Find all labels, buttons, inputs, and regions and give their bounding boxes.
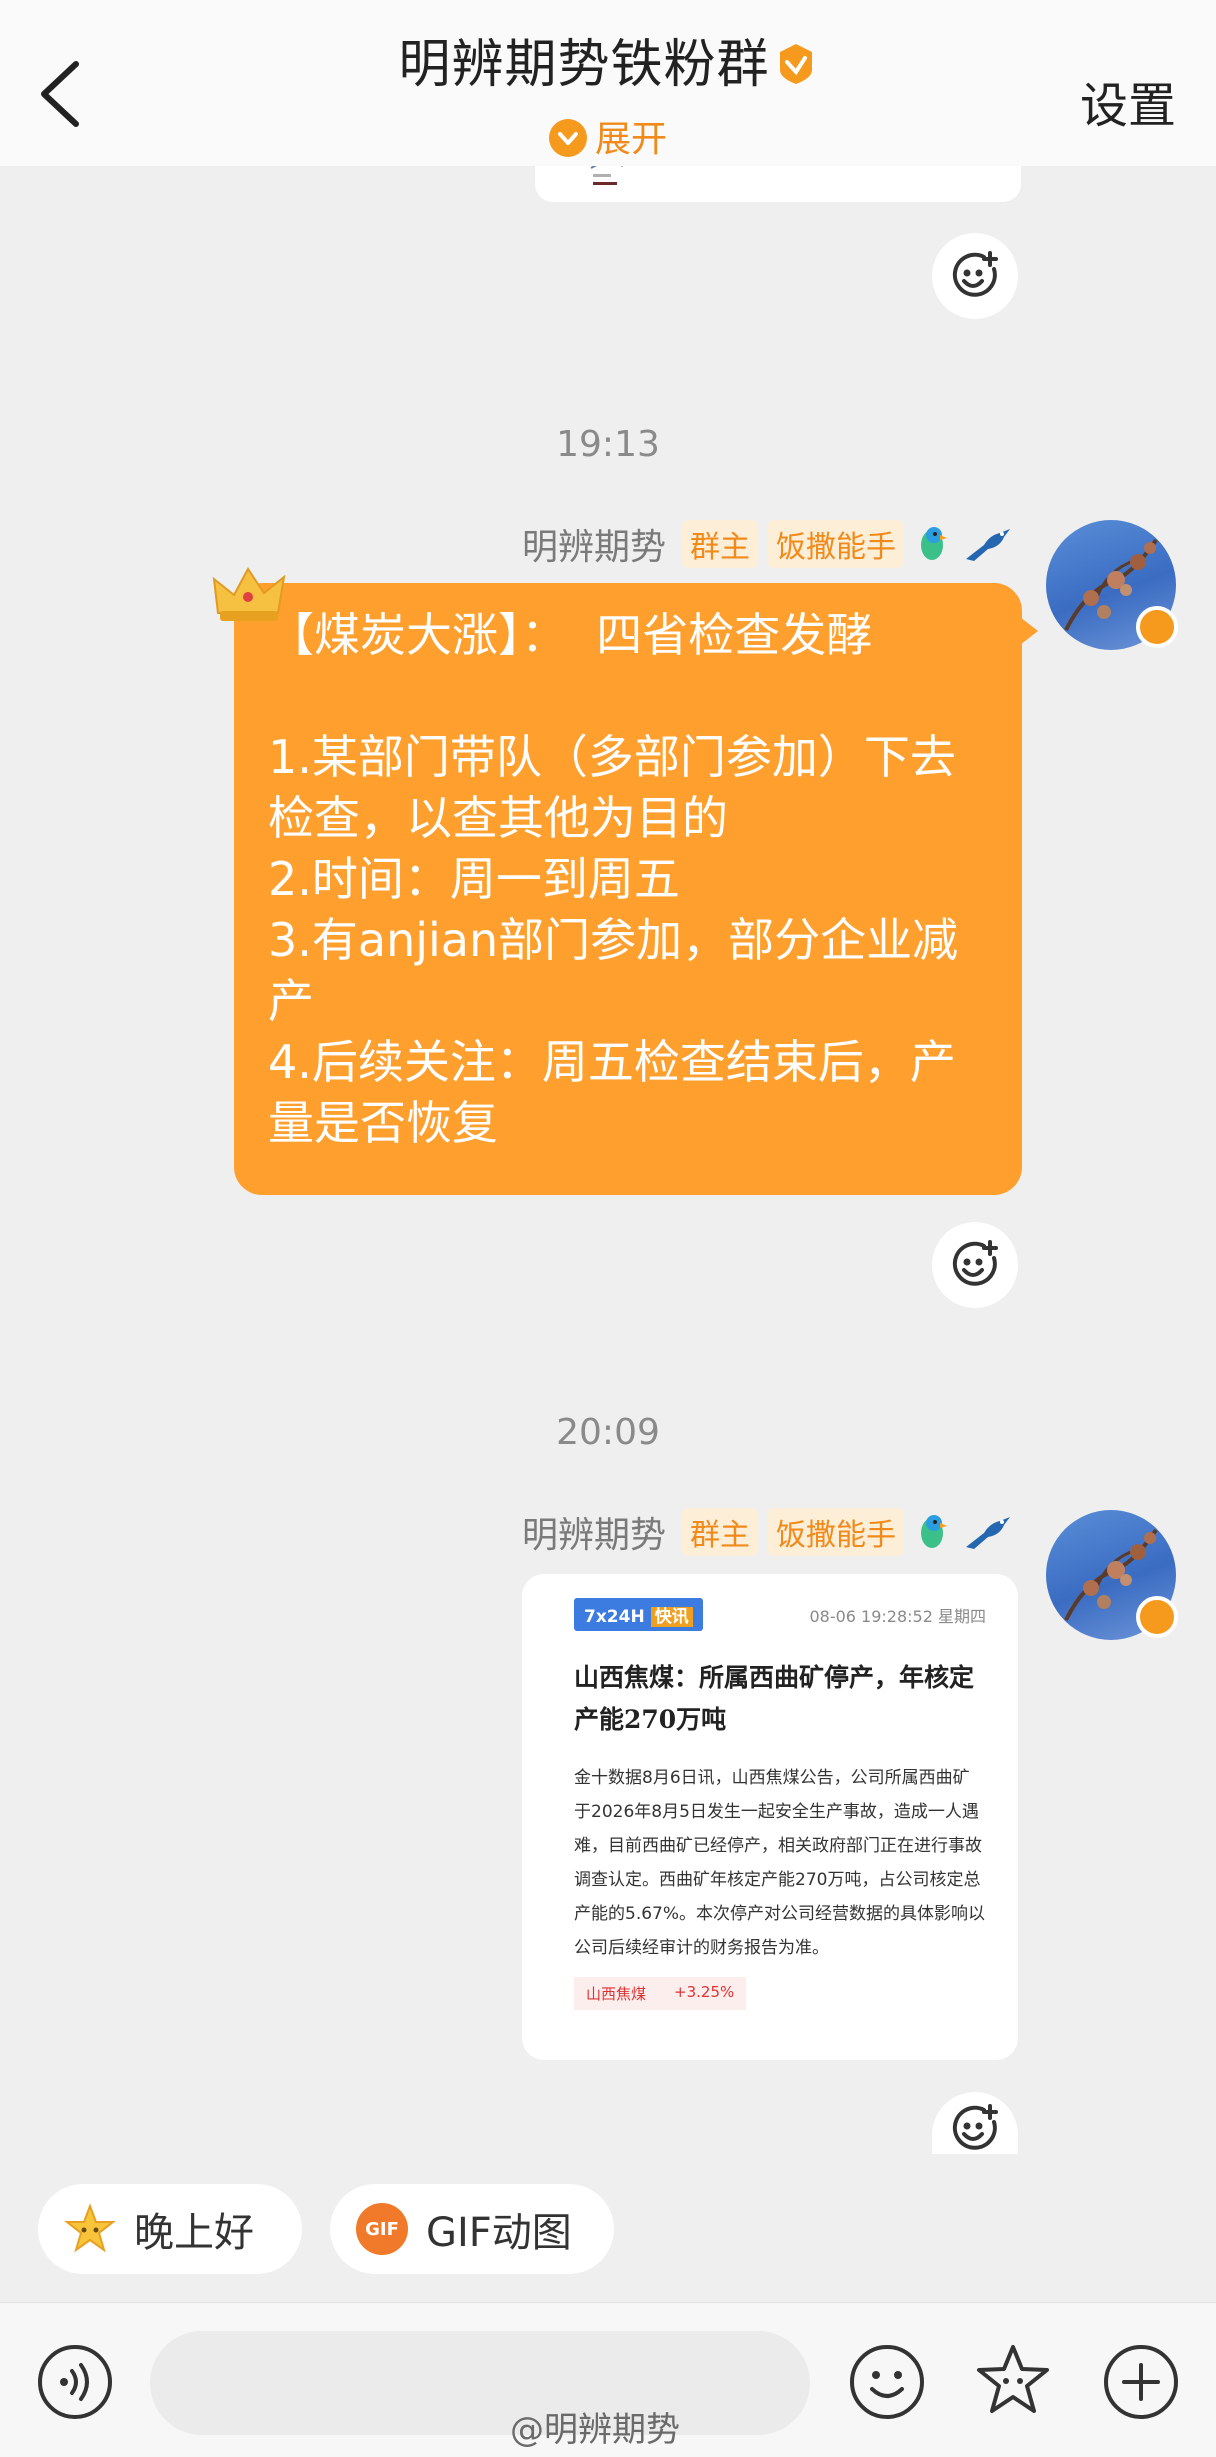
parrot-icon: [921, 527, 947, 560]
sticker-button[interactable]: [974, 2343, 1052, 2421]
tag-fan-title: 饭撒能手: [768, 520, 904, 568]
stock-chip: 山西焦煤 +3.25%: [574, 1977, 747, 2010]
group-name: 明辨期势铁粉群: [398, 35, 770, 95]
tag-owner: 群主: [682, 520, 758, 568]
add-reaction-icon: [952, 251, 998, 297]
news-headline: 山西焦煤：所属西曲矿停产，年核定产能270万吨: [574, 1663, 975, 1734]
parrot-icon: [921, 1515, 947, 1548]
news-body: 金十数据8月6日讯，山西焦煤公告，公司所属西曲矿于2026年8月5日发生一起安全…: [574, 1768, 986, 1958]
sender-avatar[interactable]: [1046, 1510, 1178, 1640]
expand-label: 展开: [594, 119, 667, 160]
emoji-button[interactable]: [848, 2343, 926, 2421]
more-button[interactable]: [1102, 2343, 1180, 2421]
add-reaction-icon: [952, 2104, 998, 2150]
bubble-tail: [1020, 617, 1038, 645]
expand-toggle[interactable]: 展开: [0, 110, 1216, 162]
tag-owner: 群主: [682, 1508, 758, 1556]
chat-header: 明辨期势铁粉群 展开 设置: [0, 0, 1216, 166]
news-logo-text: 7x24H: [584, 1607, 645, 1627]
plus-icon: [1104, 2345, 1178, 2419]
message-bubble[interactable]: 【煤炭大涨】： 四省检查发酵 1.某部门带队（多部门参加）下去检查，以查其他为目…: [234, 583, 1038, 1195]
news-logo: 7x24H 快讯: [574, 1598, 703, 1631]
voice-icon: [38, 2345, 112, 2419]
chevron-down-icon: [548, 119, 587, 157]
image-message[interactable]: 7x24H 快讯 08-06 19:28:52 星期四 山西焦煤：所属西曲矿停产，…: [522, 1574, 1018, 2060]
crown-icon: [212, 567, 286, 621]
group-title: 明辨期势铁粉群: [0, 22, 1216, 97]
sticker-icon: [977, 2345, 1049, 2413]
message-timestamp: 20:09: [556, 1412, 660, 1453]
watermark: @明辨期势: [510, 2410, 680, 2450]
emoji-icon: [850, 2345, 924, 2419]
add-reaction-button[interactable]: [932, 233, 1018, 319]
settings-button[interactable]: 设置: [1080, 66, 1176, 136]
stock-change: +3.25%: [674, 1983, 735, 2001]
quick-reply-label: GIF动图: [426, 2210, 572, 2256]
add-reaction-icon: [952, 1240, 998, 1286]
quick-reply-good-evening[interactable]: 晚上好: [38, 2184, 302, 2274]
add-reaction-button[interactable]: [932, 1222, 1018, 1308]
add-reaction-button[interactable]: [932, 2092, 1018, 2154]
sender-info: 明辨期势 群主 饭撒能手: [522, 514, 1016, 574]
bird-icon: [966, 529, 1010, 561]
bird-icon: [966, 1517, 1010, 1549]
news-logo-tag: 快讯: [650, 1607, 693, 1627]
message-text: 【煤炭大涨】： 四省检查发酵 1.某部门带队（多部门参加）下去检查，以查其他为目…: [268, 608, 959, 1150]
stock-name: 山西焦煤: [586, 1985, 647, 2003]
sender-info: 明辨期势 群主 饭撒能手: [522, 1502, 1016, 1562]
news-header: 7x24H 快讯 08-06 19:28:52 星期四: [574, 1598, 986, 1631]
voice-button[interactable]: [36, 2343, 114, 2421]
verified-icon: [1136, 606, 1178, 648]
sender-name: 明辨期势: [521, 527, 666, 568]
tag-fan-title: 饭撒能手: [768, 1508, 904, 1556]
verified-icon: [779, 44, 812, 84]
star-icon: [64, 2203, 116, 2255]
quick-reply-label: 晚上好: [134, 2210, 254, 2256]
message-timestamp: 19:13: [556, 424, 660, 465]
sender-avatar[interactable]: [1046, 520, 1178, 650]
message-input[interactable]: [150, 2331, 810, 2435]
gif-icon: GIF: [356, 2203, 408, 2255]
sender-name: 明辨期势: [521, 1515, 666, 1556]
quick-reply-gif[interactable]: GIF GIF动图: [330, 2184, 614, 2274]
news-timestamp: 08-06 19:28:52 星期四: [809, 1606, 986, 1626]
verified-icon: [1136, 1596, 1178, 1638]
